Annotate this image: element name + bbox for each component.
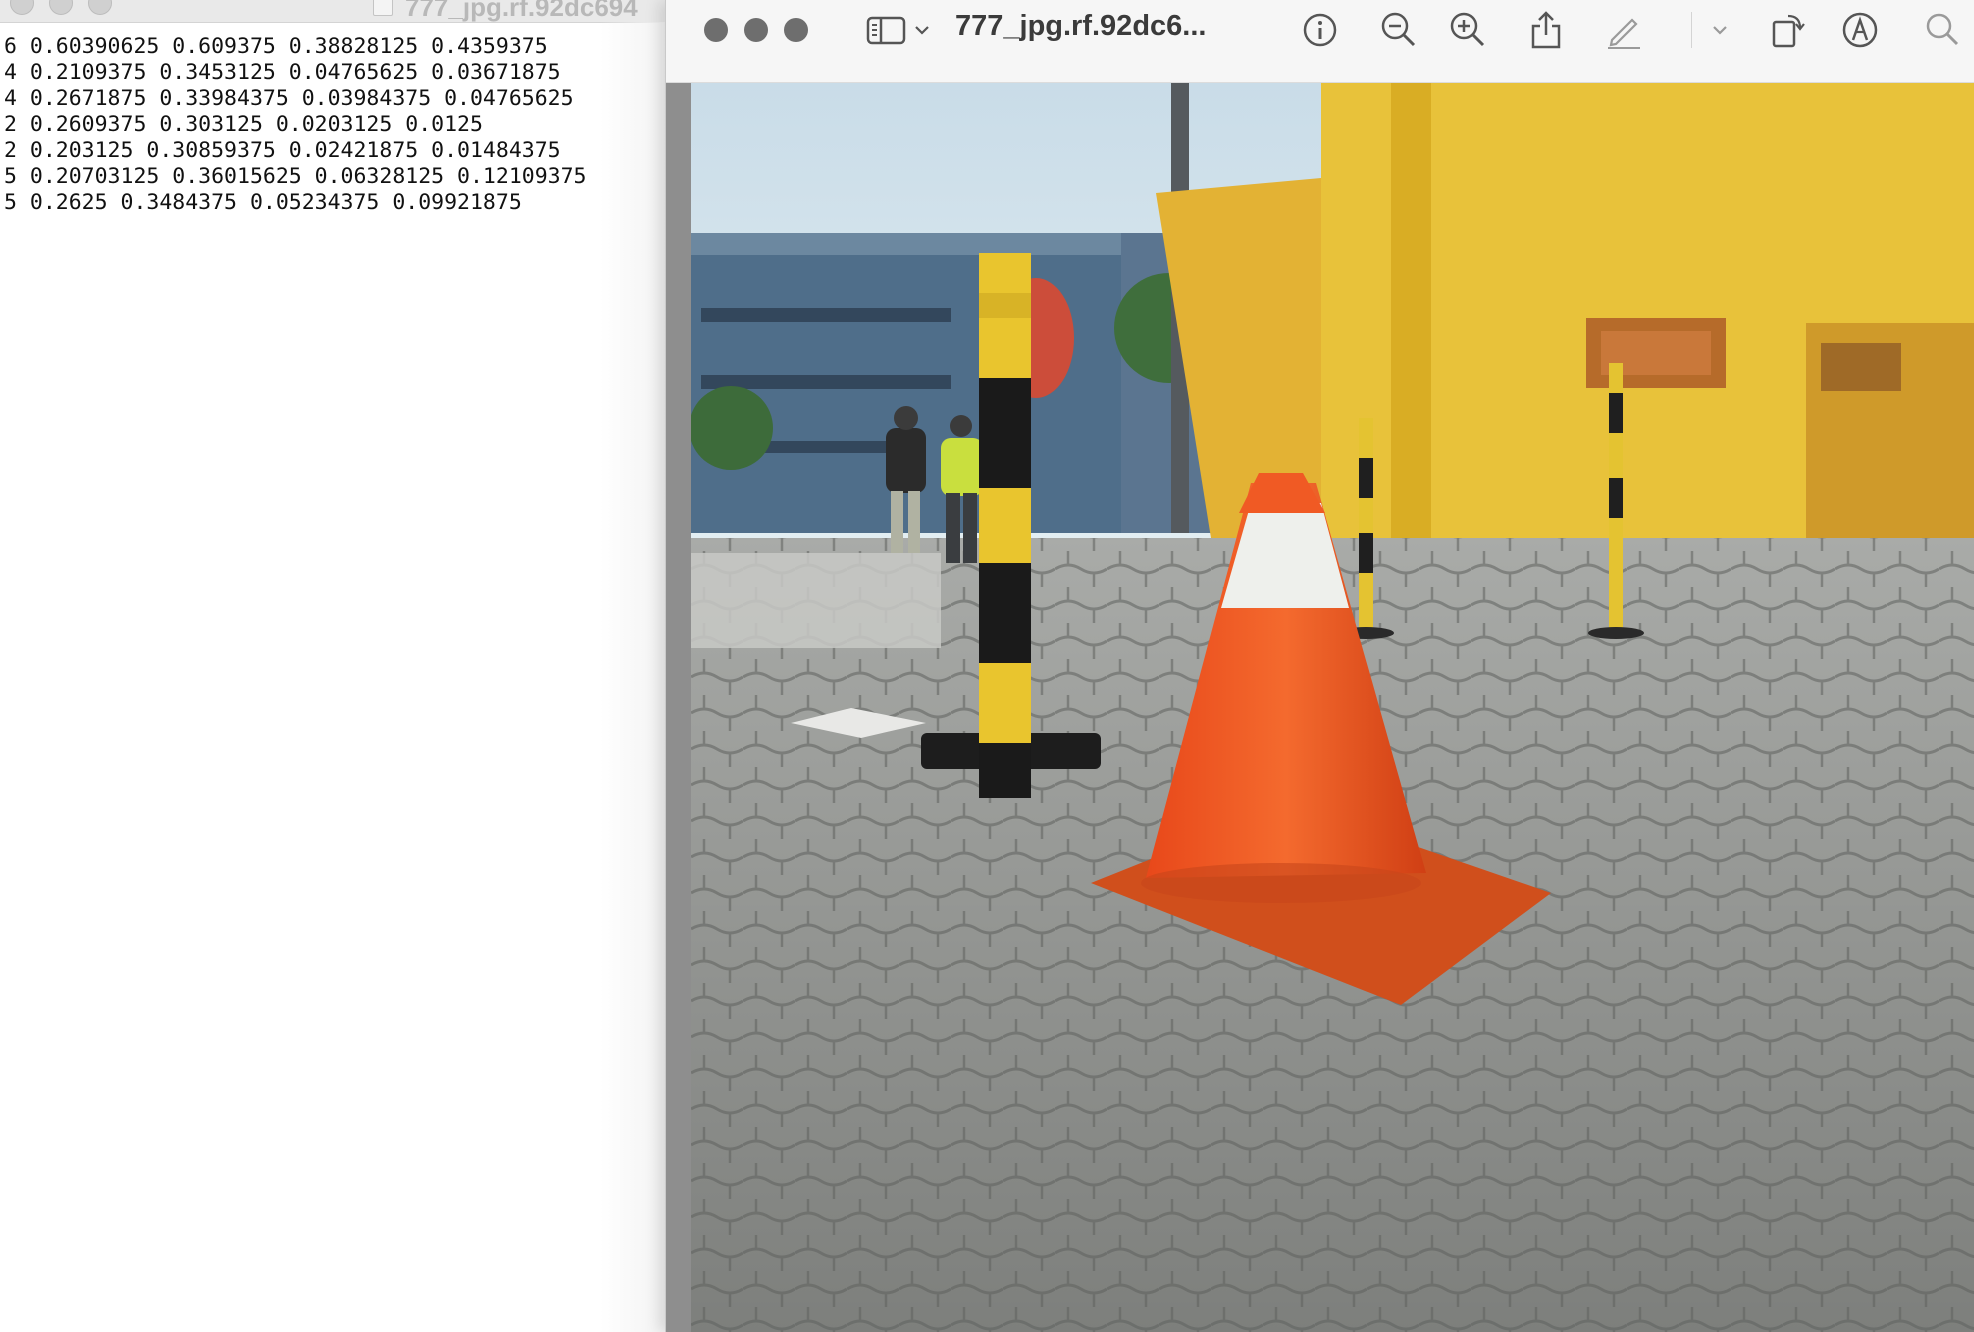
document-icon — [373, 0, 393, 16]
zoom-button[interactable] — [88, 0, 112, 15]
chevron-down-icon[interactable] — [911, 6, 933, 54]
search-icon[interactable] — [1921, 6, 1965, 54]
rotate-icon[interactable] — [1766, 6, 1810, 54]
text-line: 4 0.2671875 0.33984375 0.03984375 0.0476… — [4, 86, 574, 111]
image-canvas[interactable] — [666, 83, 1974, 1332]
text-line: 6 0.60390625 0.609375 0.38828125 0.43593… — [4, 34, 548, 59]
curb — [691, 553, 941, 648]
text-editor-titlebar: 777_jpg.rf.92dc694 — [0, 0, 665, 23]
text-line: 4 0.2109375 0.3453125 0.04765625 0.03671… — [4, 60, 561, 85]
text-line: 2 0.203125 0.30859375 0.02421875 0.01484… — [4, 138, 561, 163]
share-icon[interactable] — [1524, 6, 1568, 54]
minimize-button[interactable] — [49, 0, 73, 15]
displayed-image[interactable] — [691, 83, 1974, 1332]
text-editor-title: 777_jpg.rf.92dc694 — [405, 0, 638, 22]
info-icon[interactable] — [1298, 6, 1342, 54]
annotate-icon[interactable] — [1838, 6, 1882, 54]
sidebar-icon[interactable] — [863, 6, 909, 54]
text-line: 2 0.2609375 0.303125 0.0203125 0.0125 — [4, 112, 483, 137]
toolbar-divider — [1691, 12, 1692, 48]
preview-toolbar: 777_jpg.rf.92dc6... — [666, 0, 1974, 83]
text-line: 5 0.20703125 0.36015625 0.06328125 0.121… — [4, 164, 587, 189]
zoom-button[interactable] — [784, 18, 808, 42]
minimize-button[interactable] — [744, 18, 768, 42]
tree — [691, 386, 773, 470]
close-button[interactable] — [10, 0, 34, 15]
markup-pen-icon[interactable] — [1602, 6, 1646, 54]
window-edge-shade — [600, 22, 665, 1332]
chevron-down-icon[interactable] — [1709, 6, 1731, 54]
text-content[interactable]: 6 0.60390625 0.609375 0.38828125 0.43593… — [4, 34, 586, 216]
zoom-out-icon[interactable] — [1377, 6, 1421, 54]
text-editor-window: 777_jpg.rf.92dc694 6 0.60390625 0.609375… — [0, 0, 665, 1332]
close-button[interactable] — [704, 18, 728, 42]
preview-window: 777_jpg.rf.92dc6... — [665, 0, 1974, 1332]
zoom-in-icon[interactable] — [1446, 6, 1490, 54]
text-line: 5 0.2625 0.3484375 0.05234375 0.09921875 — [4, 190, 522, 215]
document-title: 777_jpg.rf.92dc6... — [955, 10, 1207, 42]
